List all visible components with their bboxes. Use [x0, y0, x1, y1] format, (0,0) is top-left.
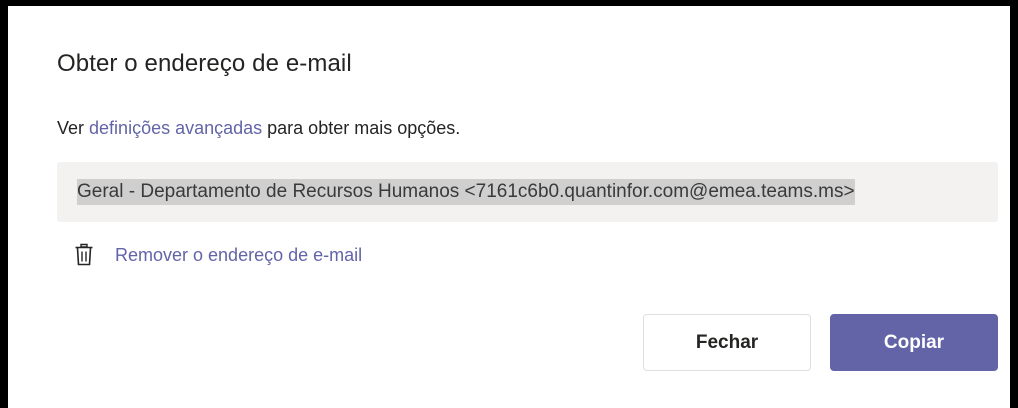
subtitle-prefix: Ver [57, 118, 90, 138]
remove-email-label: Remover o endereço de e-mail [115, 244, 363, 265]
email-dialog: Obter o endereço de e-mail Ver definiçõe… [0, 0, 1018, 408]
copy-button[interactable]: Copiar [830, 314, 998, 371]
email-address-field[interactable]: Geral - Departamento de Recursos Humanos… [57, 162, 998, 222]
subtitle-suffix: para obter mais opções. [262, 118, 461, 138]
advanced-settings-link[interactable]: definições avançadas [89, 118, 262, 138]
remove-email-button[interactable]: Remover o endereço de e-mail [74, 238, 362, 272]
dialog-title: Obter o endereço de e-mail [57, 50, 352, 77]
dialog-subtitle: Ver definições avançadas para obter mais… [57, 118, 460, 139]
trash-icon [75, 243, 93, 266]
email-address-value[interactable]: Geral - Departamento de Recursos Humanos… [77, 179, 855, 205]
close-button[interactable]: Fechar [643, 314, 811, 371]
